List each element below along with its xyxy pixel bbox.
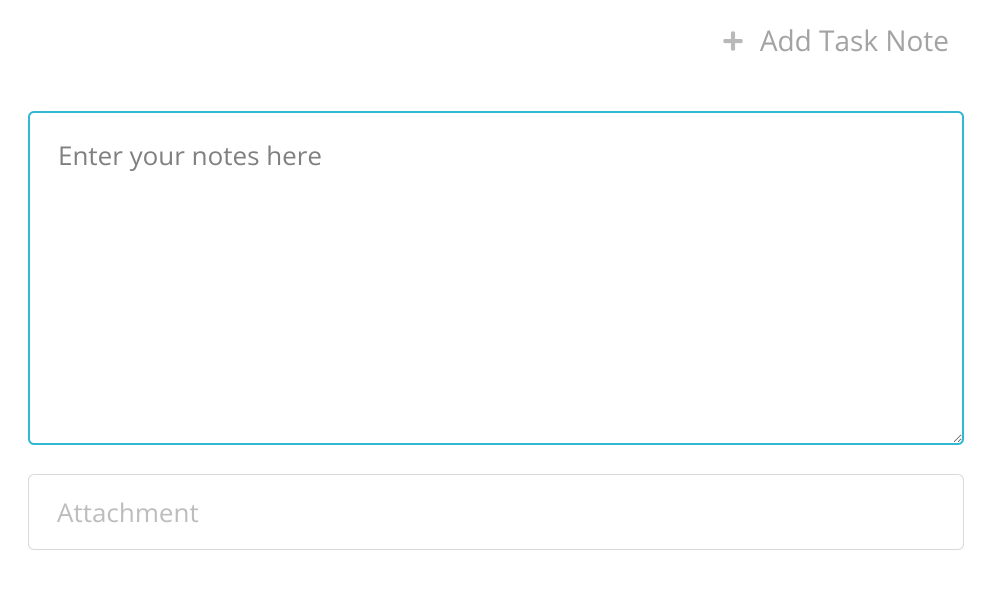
notes-textarea[interactable] <box>28 111 964 445</box>
header: Add Task Note <box>722 22 949 60</box>
attachment-input[interactable] <box>28 474 964 550</box>
plus-icon <box>722 30 744 52</box>
header-title: Add Task Note <box>760 22 949 60</box>
